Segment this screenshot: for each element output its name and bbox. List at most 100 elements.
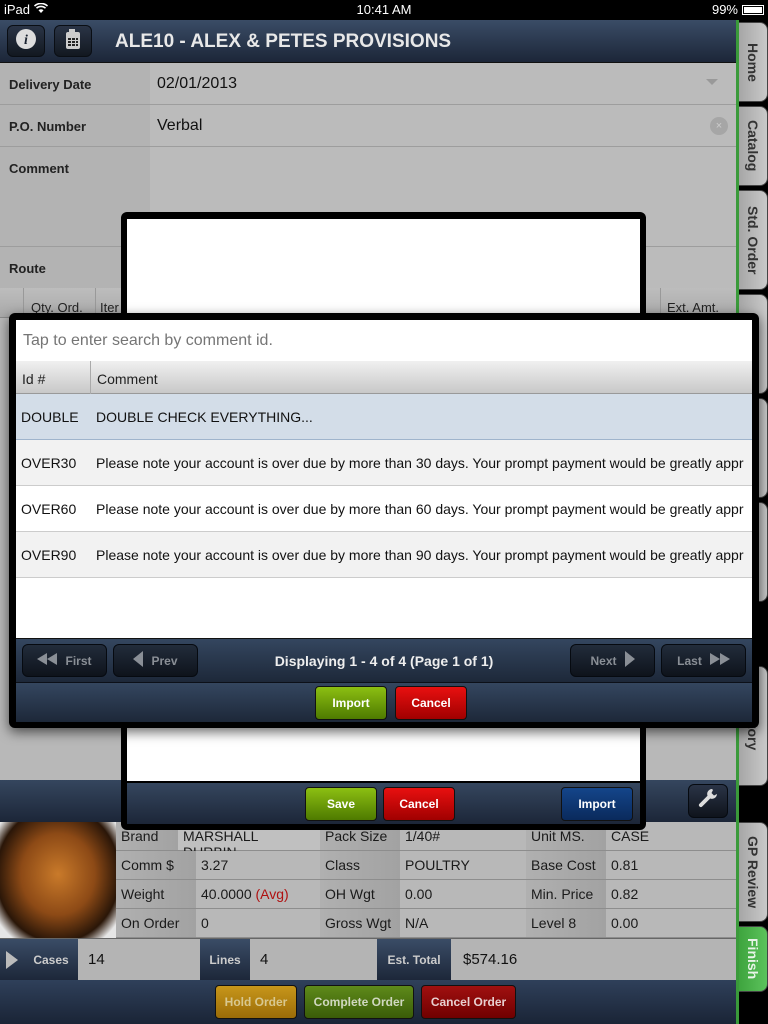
po-number-value: Verbal — [157, 117, 203, 134]
delivery-date-label: Delivery Date — [0, 63, 150, 104]
est-total-label: Est. Total — [377, 939, 451, 981]
gross-wgt-label: Gross Wgt — [320, 909, 400, 938]
tab-home-label: Home — [745, 42, 761, 82]
comment-picker-actions: Import Cancel — [16, 682, 752, 722]
lines-label: Lines — [200, 939, 250, 981]
tab-std-order-label: Std. Order — [745, 205, 761, 275]
last-label: Last — [677, 653, 702, 668]
table-row[interactable]: DOUBLE DOUBLE CHECK EVERYTHING... — [16, 394, 752, 440]
level8-label: Level 8 — [526, 909, 606, 938]
column-id[interactable]: Id # — [16, 361, 91, 394]
column-comment[interactable]: Comment — [92, 361, 163, 397]
row-comment: DOUBLE CHECK EVERYTHING... — [96, 409, 313, 425]
row-comment: Please note your account is over due by … — [96, 501, 744, 517]
double-right-arrow-icon — [709, 653, 730, 668]
table-row[interactable]: OVER60 Please note your account is over … — [16, 486, 752, 532]
comment-picker-dialog: Id # Comment DOUBLE DOUBLE CHECK EVERYTH… — [9, 313, 759, 728]
row-id: OVER60 — [21, 501, 77, 517]
oh-wgt-value: 0.00 — [400, 880, 526, 909]
product-details: Brand MARSHALL DURBIN Pack Size 1/40# Un… — [116, 822, 736, 938]
tab-catalog-label: Catalog — [745, 120, 761, 172]
calculator-icon — [64, 28, 82, 55]
class-value: POULTRY — [400, 851, 526, 880]
delivery-date-row: Delivery Date 02/01/2013 — [0, 63, 736, 105]
tab-gp-review-label: GP Review — [745, 835, 761, 909]
hold-order-button[interactable]: Hold Order — [215, 985, 297, 1019]
est-total-value: $574.16 — [463, 951, 518, 968]
delivery-date-value: 02/01/2013 — [157, 75, 238, 92]
tab-finish[interactable]: Finish — [739, 926, 768, 992]
po-number-field[interactable]: Verbal × — [150, 105, 736, 146]
next-page-button[interactable]: Next — [570, 644, 655, 677]
comm-label: Comm $ — [116, 851, 196, 880]
save-button[interactable]: Save — [305, 787, 377, 821]
play-arrow-icon — [6, 951, 18, 969]
totals-bar: Cases 14 Lines 4 Est. Total $574.16 — [0, 938, 736, 981]
po-number-row: P.O. Number Verbal × — [0, 105, 736, 147]
delivery-date-field[interactable]: 02/01/2013 — [150, 63, 736, 104]
customer-title: ALE10 - ALEX & PETES PROVISIONS — [115, 31, 452, 52]
comment-table: Id # Comment DOUBLE DOUBLE CHECK EVERYTH… — [16, 361, 752, 638]
clear-icon[interactable]: × — [710, 117, 728, 135]
row-comment: Please note your account is over due by … — [96, 547, 744, 563]
tab-home[interactable]: Home — [739, 22, 768, 102]
comment-search-input[interactable] — [16, 320, 752, 361]
on-order-value: 0 — [196, 909, 320, 938]
on-order-label: On Order — [116, 909, 196, 938]
row-id: OVER30 — [21, 455, 77, 471]
info-button[interactable]: i — [7, 25, 45, 57]
footer-bar: Hold Order Complete Order Cancel Order — [0, 980, 736, 1024]
import-button[interactable]: Import — [561, 787, 633, 821]
clock: 10:41 AM — [356, 2, 412, 17]
cancel-comment-button[interactable]: Cancel — [395, 686, 467, 720]
row-id: OVER90 — [21, 547, 77, 563]
battery-percent: 99% — [711, 2, 738, 17]
lines-value: 4 — [260, 951, 269, 968]
base-cost-label: Base Cost — [526, 851, 606, 880]
level8-value: 0.00 — [606, 909, 736, 938]
battery-icon — [742, 4, 764, 15]
wrench-icon — [697, 787, 719, 815]
table-row[interactable]: OVER90 Please note your account is over … — [16, 532, 752, 578]
svg-text:i: i — [24, 33, 28, 48]
base-cost-value: 0.81 — [606, 851, 736, 880]
comment-editor-actions: Save Cancel Import — [127, 782, 640, 824]
calculator-button[interactable] — [54, 25, 92, 57]
next-label: Next — [590, 653, 617, 668]
gross-wgt-value: N/A — [400, 909, 526, 938]
min-price-value: 0.82 — [606, 880, 736, 909]
last-page-button[interactable]: Last — [661, 644, 746, 677]
complete-order-button[interactable]: Complete Order — [304, 985, 414, 1019]
import-comment-button[interactable]: Import — [315, 686, 387, 720]
weight-value: 40.0000 — [201, 886, 252, 902]
header-bar: i ALE10 - ALEX & PETES PROVISIONS — [0, 20, 736, 63]
tab-std-order[interactable]: Std. Order — [739, 190, 768, 290]
comment-table-header: Id # Comment — [16, 361, 752, 394]
row-comment: Please note your account is over due by … — [96, 455, 744, 471]
min-price-label: Min. Price — [526, 880, 606, 909]
tab-finish-label: Finish — [745, 938, 761, 980]
tab-catalog[interactable]: Catalog — [739, 106, 768, 186]
tab-gp-review[interactable]: GP Review — [739, 822, 768, 922]
cases-value: 14 — [88, 951, 105, 968]
comm-value: 3.27 — [196, 851, 320, 880]
dropdown-arrow-icon[interactable] — [706, 79, 718, 85]
status-bar: iPad 10:41 AM 99% — [0, 0, 768, 20]
po-number-label: P.O. Number — [0, 105, 150, 146]
cancel-order-button[interactable]: Cancel Order — [421, 985, 516, 1019]
tools-button[interactable] — [688, 784, 728, 818]
table-row[interactable]: OVER30 Please note your account is over … — [16, 440, 752, 486]
oh-wgt-label: OH Wgt — [320, 880, 400, 909]
weight-value-cell: 40.0000 (Avg) — [196, 880, 320, 909]
weight-avg-note: (Avg) — [255, 886, 289, 902]
weight-label: Weight — [116, 880, 196, 909]
info-icon: i — [15, 28, 37, 55]
cases-label: Cases — [24, 939, 78, 981]
row-id: DOUBLE — [21, 409, 79, 425]
pagination-bar: First Prev Displaying 1 - 4 of 4 (Page 1… — [16, 638, 752, 682]
class-label: Class — [320, 851, 400, 880]
product-image — [0, 822, 116, 938]
cancel-button[interactable]: Cancel — [383, 787, 455, 821]
expand-button[interactable] — [0, 939, 24, 981]
right-arrow-icon — [624, 651, 635, 670]
